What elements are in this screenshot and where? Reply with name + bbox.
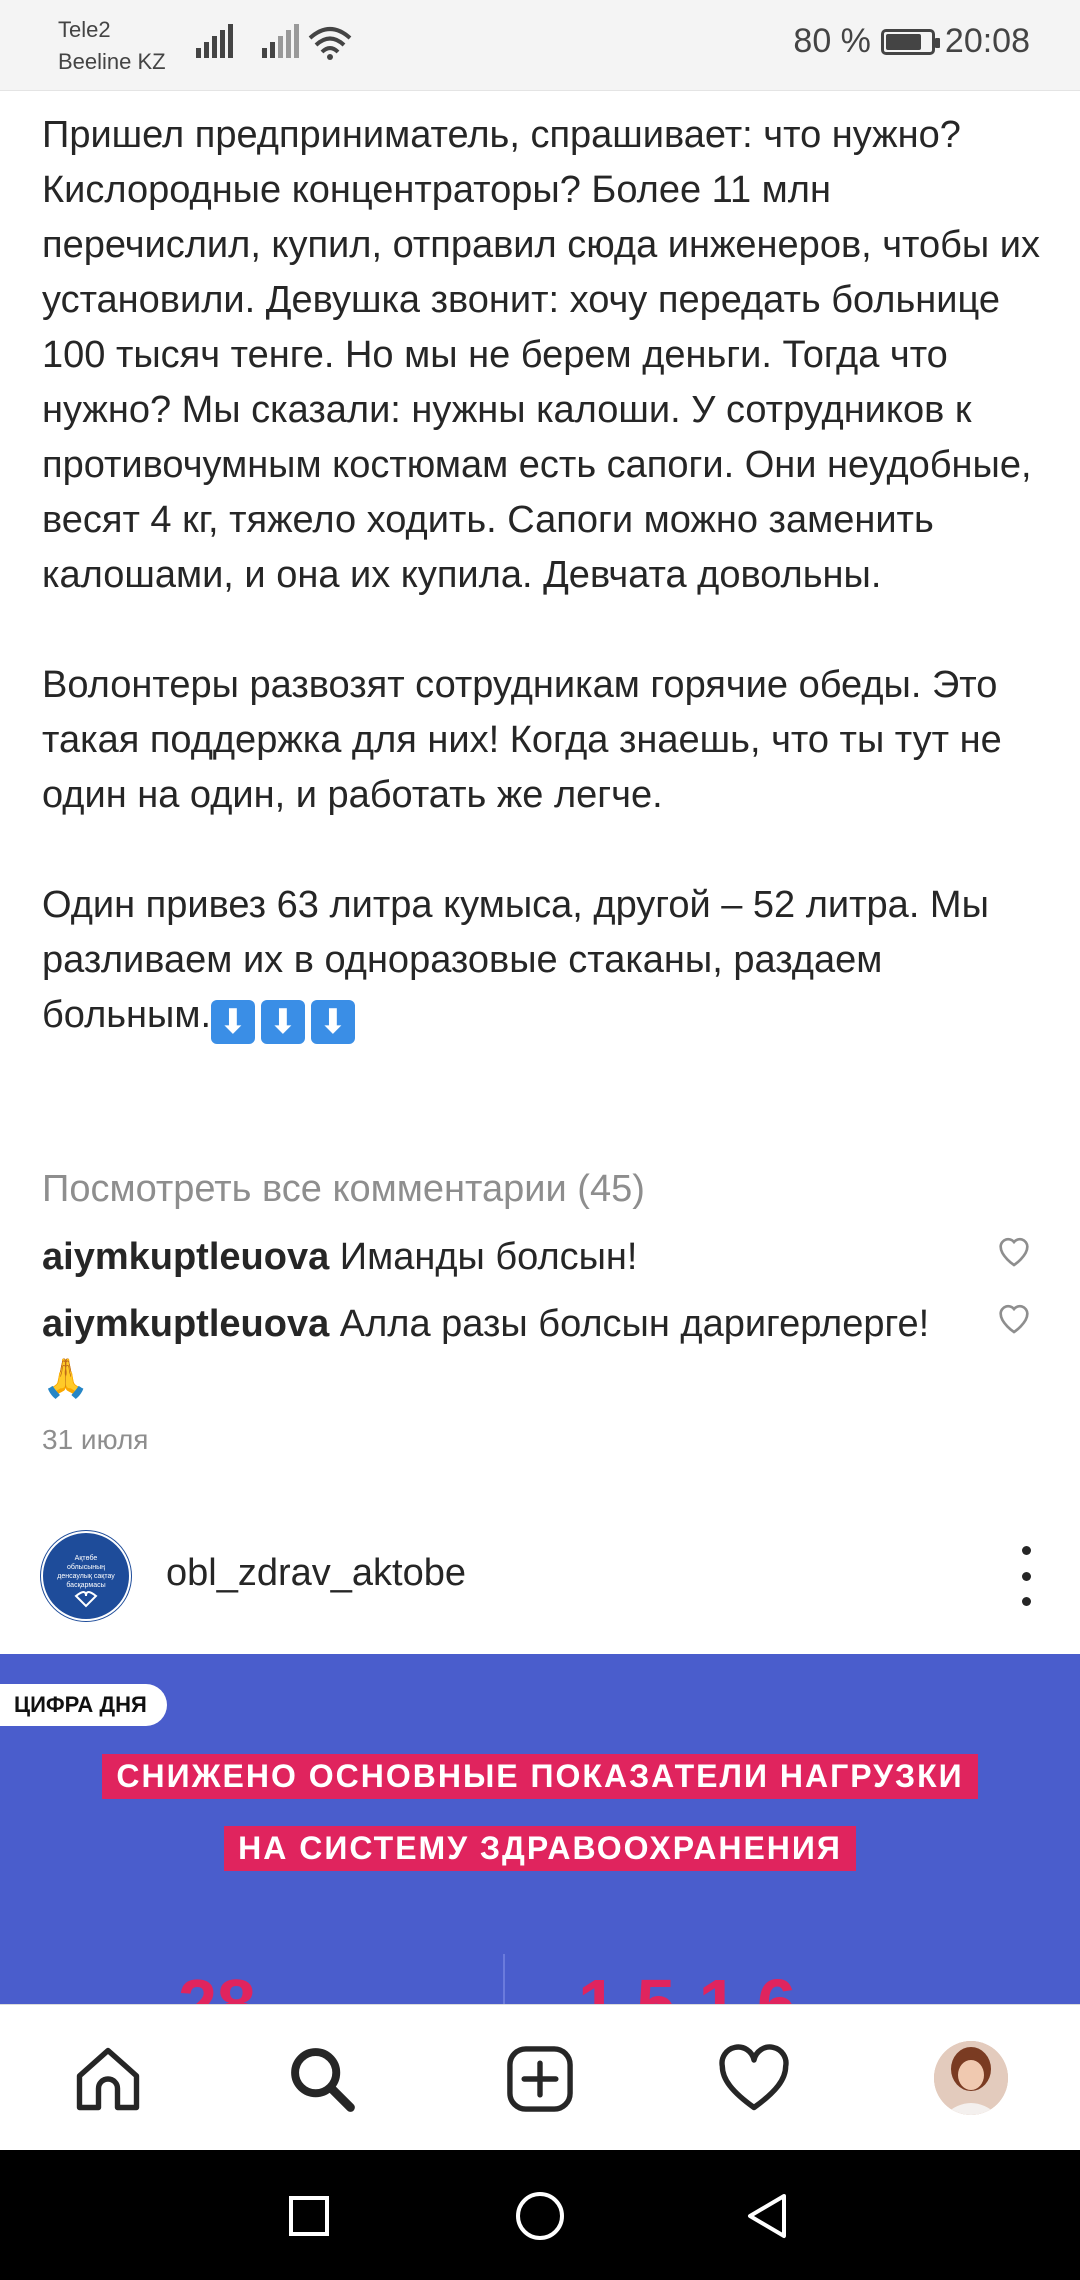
wifi-icon [308, 27, 352, 60]
post-caption: Пришел предприниматель, спрашивает: что … [42, 108, 1042, 1044]
comment-1: aiymkuptleuova Иманды болсын! [42, 1230, 962, 1285]
comment-text: Иманды болсын! [339, 1236, 638, 1278]
image-tag: ЦИФРА ДНЯ [0, 1684, 167, 1726]
activity-heart-icon[interactable] [716, 2041, 792, 2117]
system-nav-bar [0, 2150, 1080, 2280]
account-avatar[interactable]: Ақтөбе облысының денсаулық сақтау басқар… [40, 1530, 132, 1622]
image-divider [503, 1954, 505, 2004]
profile-avatar[interactable] [934, 2041, 1008, 2115]
status-right: 80 % 20:08 [793, 22, 1030, 61]
svg-text:облысының: облысының [67, 1563, 105, 1571]
battery-percent: 80 % [793, 22, 871, 60]
image-number-right: 1,5-1,6 [578, 1965, 796, 2004]
image-headline-1-wrap: СНИЖЕНО ОСНОВНЫЕ ПОКАЗАТЕЛИ НАГРУЗКИ [0, 1754, 1080, 1799]
dot [1021, 1546, 1031, 1555]
comment-username[interactable]: aiymkuptleuova [42, 1236, 329, 1278]
post-date: 31 июля [42, 1424, 149, 1455]
battery-fill [885, 33, 922, 50]
status-bar: Tele2 Beeline KZ 80 % 20:08 [0, 0, 1080, 91]
carrier-labels: Tele2 Beeline KZ [58, 14, 166, 78]
post-image[interactable]: ЦИФРА ДНЯ СНИЖЕНО ОСНОВНЫЕ ПОКАЗАТЕЛИ НА… [0, 1654, 1080, 2004]
recents-square-icon[interactable] [281, 2188, 337, 2244]
image-headline-2-wrap: НА СИСТЕМУ ЗДРАВООХРАНЕНИЯ [0, 1826, 1080, 1871]
svg-text:денсаулық сақтау: денсаулық сақтау [57, 1573, 115, 1580]
post-username[interactable]: obl_zdrav_aktobe [166, 1552, 466, 1595]
clock: 20:08 [944, 22, 1030, 60]
comment-username[interactable]: aiymkuptleuova [42, 1303, 329, 1345]
health-logo-icon: Ақтөбе облысының денсаулық сақтау басқар… [41, 1531, 131, 1621]
carrier-2: Beeline KZ [58, 49, 166, 74]
comment-like-heart-icon[interactable] [994, 1230, 1034, 1270]
caption-paragraph-2: Волонтеры развозят сотрудникам горячие о… [42, 664, 1002, 816]
svg-text:Ақтөбе: Ақтөбе [75, 1554, 98, 1562]
image-headline-1: СНИЖЕНО ОСНОВНЫЕ ПОКАЗАТЕЛИ НАГРУЗКИ [102, 1754, 978, 1799]
down-arrow-emoji: ⬇ [261, 1000, 306, 1044]
bottom-nav [0, 2004, 1080, 2151]
profile-photo [934, 2041, 1008, 2115]
comment-2: aiymkuptleuova Алла разы болсын даригерл… [42, 1297, 962, 1407]
back-triangle-icon[interactable] [740, 2188, 796, 2244]
caption-paragraph-3: Один привез 63 литра кумыса, другой – 52… [42, 878, 1042, 1044]
down-arrow-emoji: ⬇ [311, 1000, 356, 1044]
home-circle-icon[interactable] [512, 2188, 568, 2244]
home-icon[interactable] [70, 2041, 146, 2117]
add-post-icon[interactable] [502, 2041, 578, 2117]
comment-like-heart-icon[interactable] [994, 1297, 1034, 1337]
image-number-left: 28 [178, 1965, 256, 2004]
caption-paragraph-3-text: Один привез 63 литра кумыса, другой – 52… [42, 884, 989, 1036]
signal-icon-2 [262, 24, 299, 58]
dot [1021, 1571, 1031, 1581]
view-all-comments-link[interactable]: Посмотреть все комментарии (45) [42, 1168, 645, 1211]
dot [1021, 1597, 1031, 1606]
search-icon[interactable] [284, 2041, 360, 2117]
more-options-button[interactable] [1006, 1546, 1046, 1606]
carrier-1: Tele2 [58, 17, 111, 42]
svg-text:басқармасы: басқармасы [66, 1581, 105, 1589]
signal-icon [196, 24, 233, 58]
down-arrow-emoji: ⬇ [211, 1000, 256, 1044]
image-headline-2: НА СИСТЕМУ ЗДРАВООХРАНЕНИЯ [224, 1826, 856, 1871]
battery-icon [880, 28, 940, 55]
caption-paragraph-1: Пришел предприниматель, спрашивает: что … [42, 114, 1041, 596]
